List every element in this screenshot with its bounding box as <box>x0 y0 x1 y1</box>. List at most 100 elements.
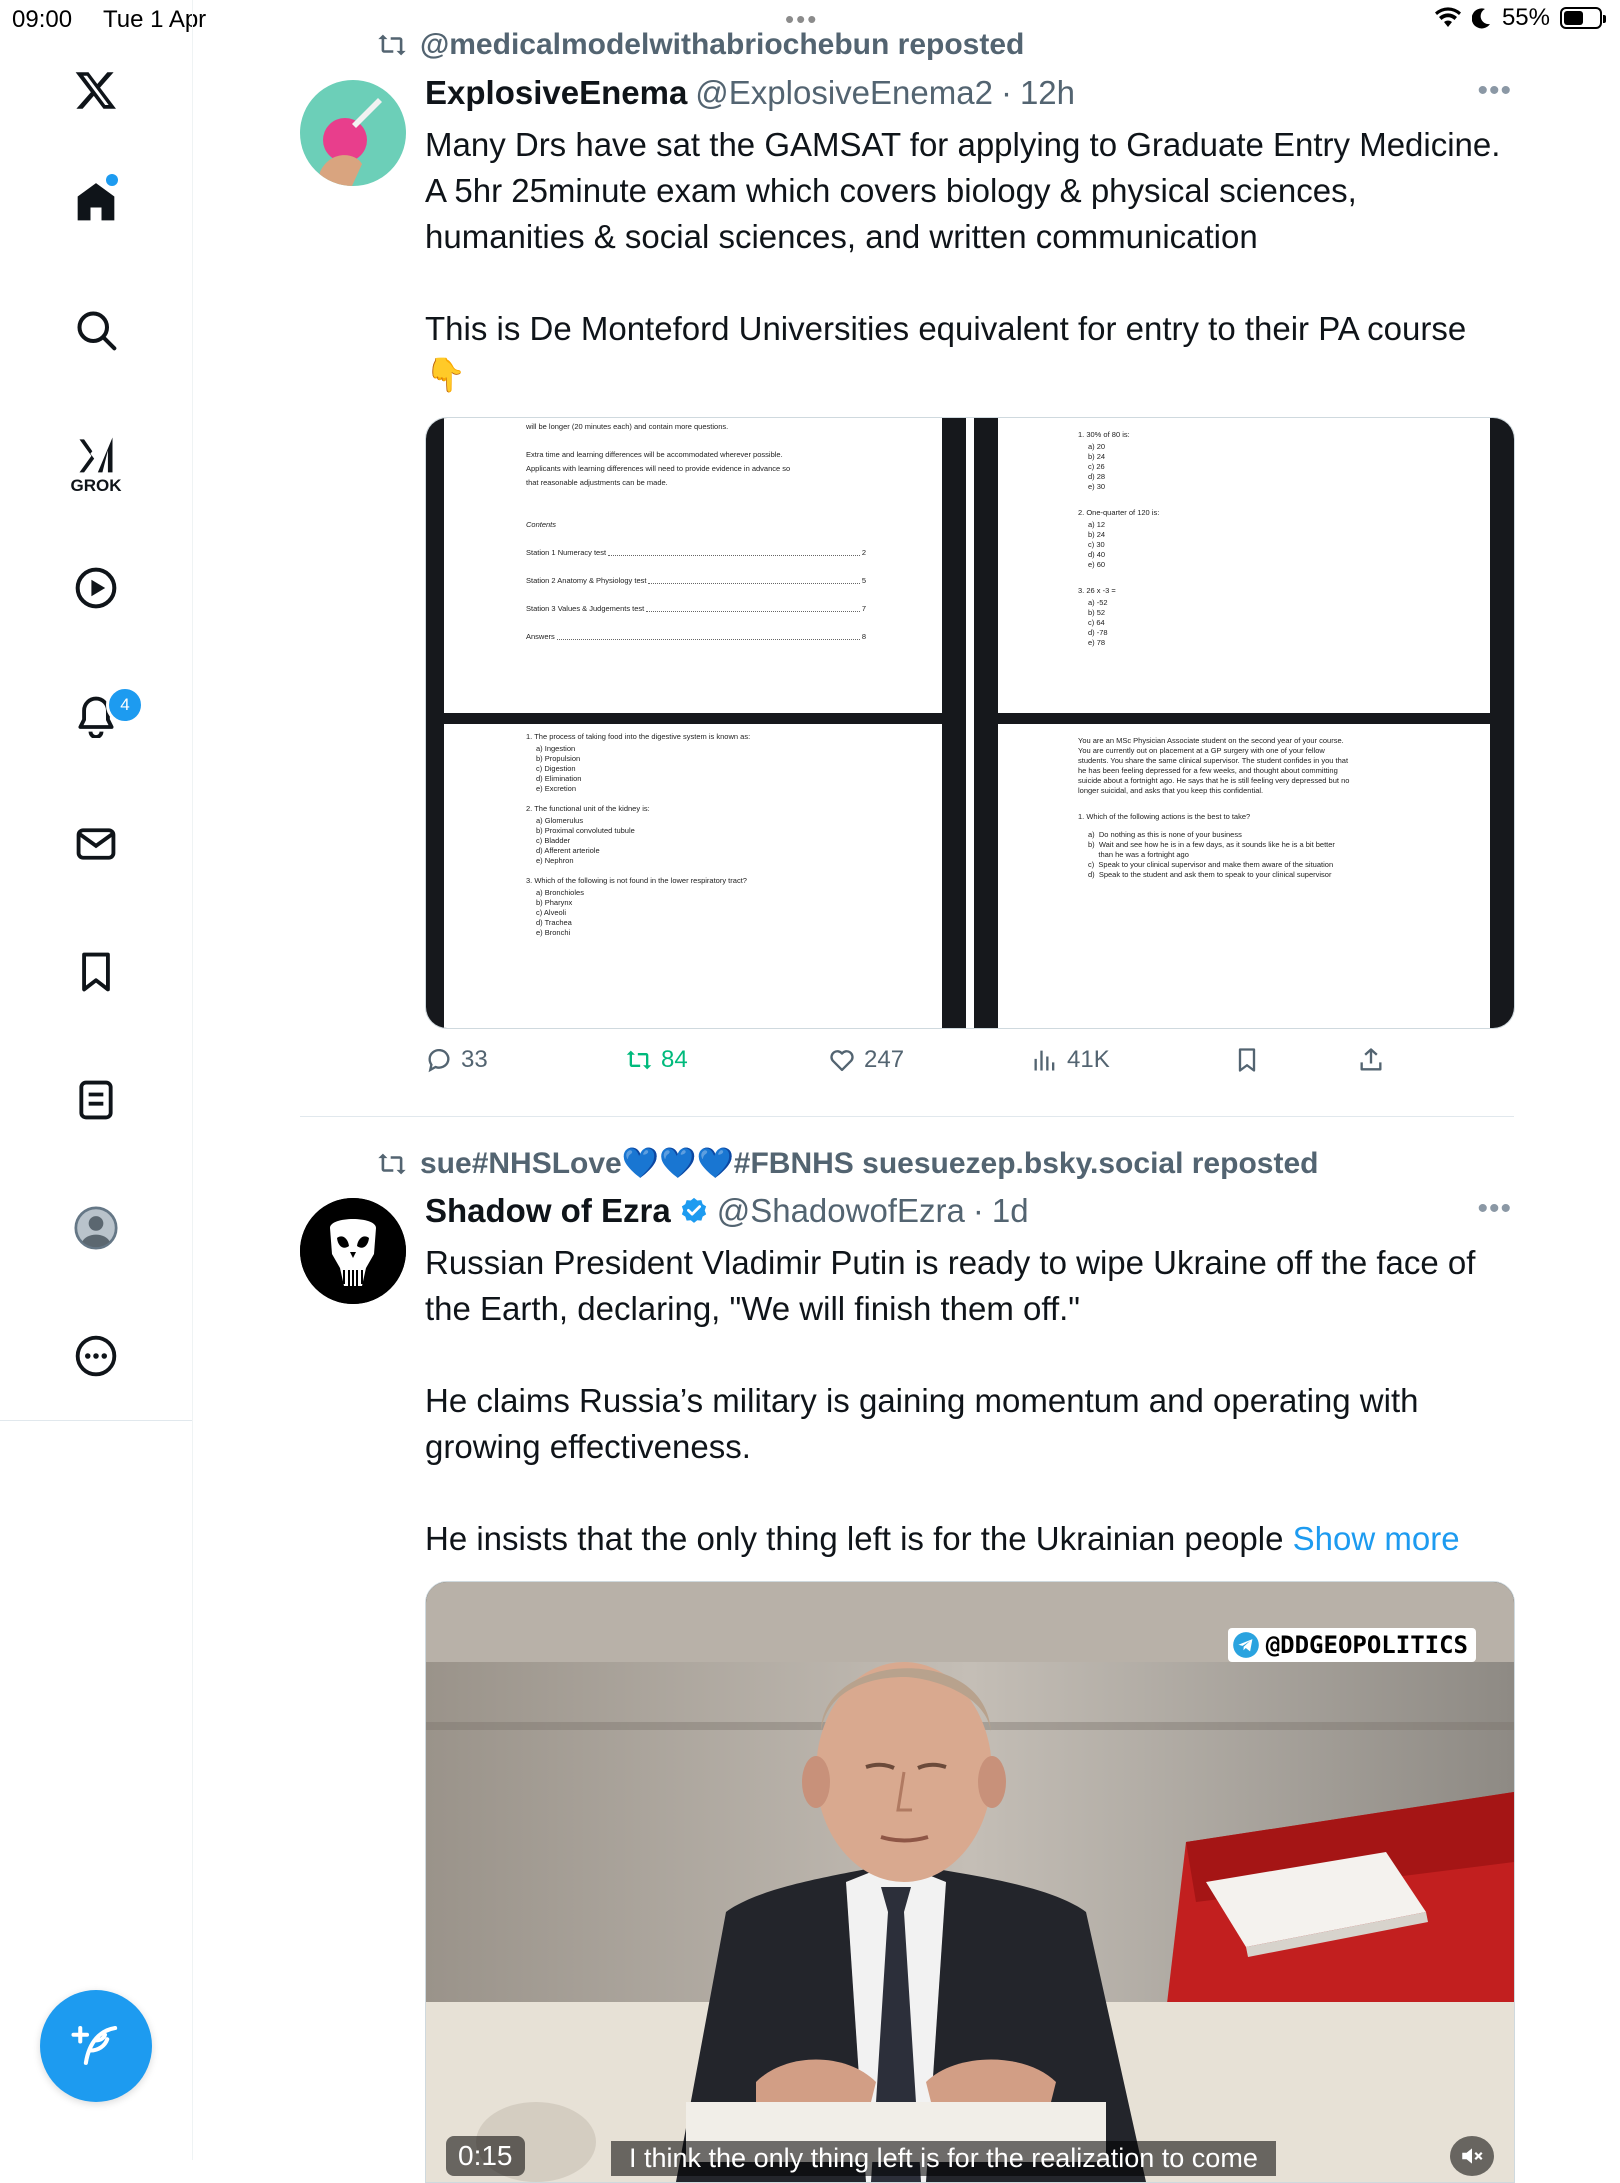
analytics-icon <box>1034 1050 1055 1071</box>
repost-button[interactable]: 84 <box>625 1046 688 1074</box>
doc-option: c) Alveoli <box>536 908 567 917</box>
post-time[interactable]: 1d <box>992 1192 1029 1230</box>
doc-option: b) Proximal convoluted tubule <box>536 826 635 835</box>
post-more-icon[interactable]: ••• <box>1477 74 1512 108</box>
doc-text-line <box>526 434 906 448</box>
doc-text-line: will be longer (20 minutes each) and con… <box>526 422 729 431</box>
home-unread-dot <box>106 174 118 186</box>
reply-count: 33 <box>461 1046 488 1073</box>
views-button[interactable]: 41K <box>1031 1046 1110 1074</box>
doc-option: c) Digestion <box>536 764 576 773</box>
grok-label: GROK <box>70 476 122 495</box>
doc-text-line: You are an MSc Physician Associate stude… <box>1078 736 1344 745</box>
sidebar-item-grok[interactable] <box>66 424 126 484</box>
author-row: Shadow of Ezra @ShadowofEzra · 1d <box>425 1192 1029 1230</box>
sidebar-item-bookmarks[interactable] <box>66 942 126 1002</box>
more-icon <box>75 1335 117 1377</box>
post-video[interactable]: @DDGEOPOLITICS 0:15 I think the only thi… <box>425 1581 1515 2183</box>
like-button[interactable]: 247 <box>828 1046 904 1074</box>
post-media[interactable]: will be longer (20 minutes each) and con… <box>425 417 1515 1029</box>
video-frame <box>426 1582 1514 2182</box>
doc-contents-row: Answers 8 <box>526 630 866 644</box>
doc-text-line: Applicants with learning differences wil… <box>526 464 791 473</box>
doc-contents-label: Station 2 Anatomy & Physiology test <box>526 576 647 585</box>
author-avatar[interactable] <box>300 1198 406 1304</box>
battery-percent: 55% <box>1501 4 1550 31</box>
author-name[interactable]: Shadow of Ezra <box>425 1192 671 1230</box>
reply-button[interactable]: 33 <box>425 1046 488 1074</box>
post-text: Many Drs have sat the GAMSAT for applyin… <box>425 126 1501 393</box>
muted-speaker-icon <box>1462 2148 1483 2164</box>
doc-option: e) 78 <box>1088 638 1106 647</box>
search-icon <box>77 311 117 351</box>
post-more-icon[interactable]: ••• <box>1477 1192 1512 1226</box>
doc-question: 1. The process of taking food into the d… <box>526 732 751 741</box>
doc-text-line: longer suicidal, and asks that you keep … <box>1078 786 1264 795</box>
notification-badge: 4 <box>106 686 144 724</box>
author-row: ExplosiveEnema @ExplosiveEnema2 · 12h <box>425 74 1075 112</box>
sidebar-item-more[interactable] <box>66 1326 126 1386</box>
doc-question: 1. Which of the following actions is the… <box>1078 812 1251 821</box>
doc-question: 2. The functional unit of the kidney is: <box>526 804 650 813</box>
grok-icon <box>79 437 113 473</box>
moon-icon <box>1471 8 1490 29</box>
show-more-link[interactable]: Show more <box>1293 1520 1460 1557</box>
doc-text-line: that reasonable adjustments can be made. <box>526 478 668 487</box>
doc-text-line: he has been feeling depressed for a few … <box>1078 766 1338 775</box>
repost-context[interactable]: sue#NHSLove💙💙💙#FBNHS suesuezep.bsky.soci… <box>376 1146 1318 1181</box>
compose-button[interactable] <box>40 1990 152 2102</box>
doc-option: b) Wait and see how he is in a few days,… <box>1088 840 1335 849</box>
post-divider <box>300 1116 1514 1117</box>
sidebar-item-lists[interactable] <box>66 1070 126 1130</box>
sidebar-item-profile[interactable] <box>66 1198 126 1258</box>
mail-icon <box>76 828 116 860</box>
doc-option: e) Nephron <box>536 856 574 865</box>
doc-page-contents: will be longer (20 minutes each) and con… <box>444 418 942 713</box>
status-right: 55% <box>1434 4 1606 32</box>
doc-contents-label: Station 3 Values & Judgements test <box>526 604 645 613</box>
bookmark-icon <box>1238 1048 1256 1072</box>
doc-option: b) Propulsion <box>536 754 581 763</box>
doc-option: a) Ingestion <box>536 744 576 753</box>
doc-page-questions: 1. The process of taking food into the d… <box>444 724 942 1028</box>
doc-spacer <box>526 794 926 802</box>
doc-page-numeracy: 1. 30% of 80 is: a) 20 b) 24 c) 26 d) 28 e) 3… <box>998 418 1490 713</box>
verified-badge-icon <box>681 1197 706 1223</box>
doc-question: 3. Which of the following is not found i… <box>526 876 747 885</box>
list-icon <box>79 1080 113 1120</box>
doc-contents-label: Station 1 Numeracy test <box>526 548 607 557</box>
x-logo-icon[interactable] <box>66 60 126 120</box>
repost-icon <box>378 34 406 56</box>
sidebar-item-explore[interactable] <box>66 300 126 360</box>
doc-contents-page: 2 <box>861 548 866 557</box>
bookmark-button[interactable] <box>1233 1046 1261 1074</box>
share-button[interactable] <box>1357 1046 1385 1074</box>
post-time[interactable]: 12h <box>1020 74 1075 112</box>
repost-context[interactable]: @medicalmodelwithabriochebun reposted <box>376 28 1024 62</box>
doc-option: e) 30 <box>1088 482 1106 491</box>
doc-leader-dots <box>648 574 860 584</box>
doc-text-line: suicide about a fortnight ago. He says t… <box>1078 776 1350 785</box>
sidebar-item-video[interactable] <box>66 558 126 618</box>
doc-question: 1. 30% of 80 is: <box>1078 430 1130 439</box>
mute-button[interactable] <box>1450 2136 1494 2176</box>
doc-text-line: You are currently out on placement at a … <box>1078 746 1325 755</box>
author-avatar[interactable] <box>300 80 406 186</box>
doc-option: a) 20 <box>1088 442 1106 451</box>
author-handle[interactable]: @ShadowofEzra <box>717 1192 965 1230</box>
sidebar-item-messages[interactable] <box>66 814 126 874</box>
author-name[interactable]: ExplosiveEnema <box>425 74 687 112</box>
home-icon <box>77 183 115 221</box>
media-image-right[interactable]: 1. 30% of 80 is: a) 20 b) 24 c) 26 d) 28 e) 3… <box>974 418 1514 1028</box>
like-count: 247 <box>864 1046 905 1073</box>
post-actions: 33 84 247 41K <box>425 1046 1515 1086</box>
author-handle[interactable]: @ExplosiveEnema2 <box>695 74 993 112</box>
media-image-left[interactable]: will be longer (20 minutes each) and con… <box>426 418 966 1028</box>
compose-icon <box>71 2025 118 2065</box>
doc-option: a) Bronchioles <box>536 888 584 897</box>
doc-option: d) Elimination <box>536 774 582 783</box>
repost-icon <box>378 1153 406 1174</box>
repost-by: @medicalmodelwithabriochebun reposted <box>420 28 1025 61</box>
doc-option: a) -52 <box>1088 598 1108 607</box>
doc-contents-page: 7 <box>861 604 866 613</box>
